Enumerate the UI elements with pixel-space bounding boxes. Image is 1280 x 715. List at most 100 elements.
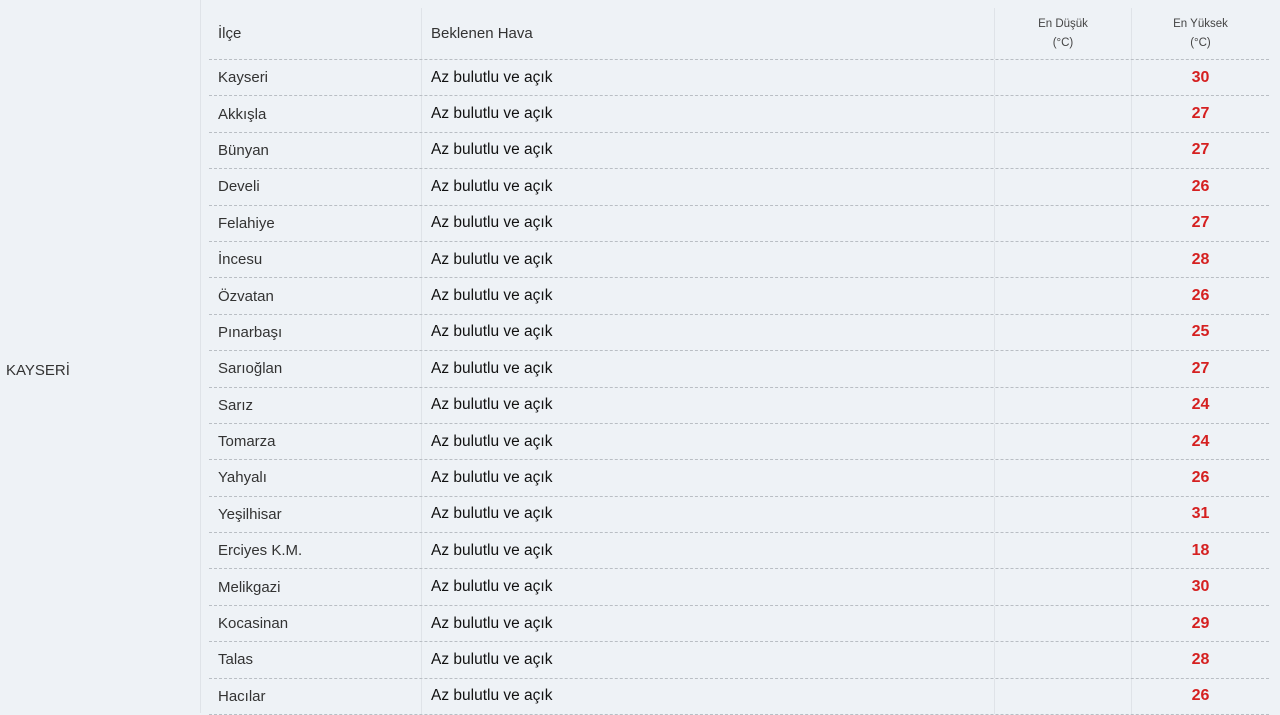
max-temp: 27	[1131, 132, 1269, 169]
district-name: Akkışla	[218, 105, 267, 123]
district-name: İncesu	[218, 251, 263, 269]
max-temp: 18	[1131, 533, 1269, 569]
max-temp: 24	[1131, 387, 1269, 423]
table-row: Özvatan Az bulutlu ve açık 26	[209, 278, 1269, 315]
district-name: Yahyalı	[218, 469, 267, 487]
table-row: Melikgazi Az bulutlu ve açık 30	[209, 569, 1269, 606]
min-temp	[994, 533, 1131, 569]
min-temp	[994, 241, 1131, 278]
forecast-page: KAYSERİ İlçe Beklenen Hava En Düşük (°C)…	[0, 0, 1280, 715]
district-name: Tomarza	[218, 433, 276, 451]
weather-description: Az bulutlu ve açık	[421, 533, 994, 569]
min-temp	[994, 460, 1131, 496]
weather-description: Az bulutlu ve açık	[421, 460, 994, 496]
min-temp	[994, 132, 1131, 169]
weather-description: Az bulutlu ve açık	[421, 205, 994, 241]
min-temp	[994, 96, 1131, 132]
table-header: İlçe Beklenen Hava En Düşük (°C) En Yüks…	[209, 8, 1269, 60]
weather-description: Az bulutlu ve açık	[421, 278, 994, 314]
table-body: Kayseri Az bulutlu ve açık 30 Akkışla Az bul…	[209, 60, 1269, 715]
table-row: Tomarza Az bulutlu ve açık 24	[209, 423, 1269, 461]
table-row: Sarız Az bulutlu ve açık 24	[209, 387, 1269, 424]
min-temp	[994, 314, 1131, 351]
district-name: Bünyan	[218, 141, 269, 159]
weather-description: Az bulutlu ve açık	[421, 351, 994, 387]
weather-description: Az bulutlu ve açık	[421, 132, 994, 169]
max-temp: 31	[1131, 496, 1269, 533]
max-temp: 28	[1131, 642, 1269, 678]
header-min-unit: (°C)	[1052, 36, 1074, 49]
min-temp	[994, 569, 1131, 605]
header-min-label: En Düşük	[1038, 17, 1088, 30]
max-temp: 26	[1131, 278, 1269, 314]
table-row: Pınarbaşı Az bulutlu ve açık 25	[209, 314, 1269, 352]
district-name: Kayseri	[218, 69, 269, 87]
min-temp	[994, 678, 1131, 715]
min-temp	[994, 351, 1131, 387]
district-name: Hacılar	[218, 687, 266, 705]
min-temp	[994, 605, 1131, 642]
table-row: Kocasinan Az bulutlu ve açık 29	[209, 605, 1269, 643]
province-column	[0, 0, 200, 713]
district-name: Sarız	[218, 396, 254, 414]
header-max-unit: (°C)	[1190, 36, 1211, 49]
max-temp: 30	[1131, 569, 1269, 605]
header-max-temp: En Yüksek (°C)	[1131, 8, 1269, 59]
district-name: Sarıoğlan	[218, 360, 283, 378]
district-name: Develi	[218, 178, 260, 196]
district-name: Kocasinan	[218, 615, 289, 633]
max-temp: 28	[1131, 241, 1269, 278]
weather-description: Az bulutlu ve açık	[421, 314, 994, 351]
district-name: Pınarbaşı	[218, 323, 283, 341]
weather-description: Az bulutlu ve açık	[421, 496, 994, 533]
max-temp: 27	[1131, 205, 1269, 241]
max-temp: 30	[1131, 60, 1269, 96]
district-name: Yeşilhisar	[218, 505, 282, 523]
table-row: Erciyes K.M. Az bulutlu ve açık 18	[209, 533, 1269, 570]
max-temp: 24	[1131, 423, 1269, 460]
max-temp: 26	[1131, 678, 1269, 715]
weather-description: Az bulutlu ve açık	[421, 387, 994, 423]
district-name: Melikgazi	[218, 578, 281, 596]
max-temp: 27	[1131, 351, 1269, 387]
table-row: Bünyan Az bulutlu ve açık 27	[209, 132, 1269, 170]
header-district: İlçe	[218, 25, 242, 42]
weather-description: Az bulutlu ve açık	[421, 678, 994, 715]
district-name: Felahiye	[218, 214, 275, 232]
weather-description: Az bulutlu ve açık	[421, 169, 994, 205]
table-row: Akkışla Az bulutlu ve açık 27	[209, 96, 1269, 133]
max-temp: 25	[1131, 314, 1269, 351]
province-name: KAYSERİ	[6, 362, 70, 379]
min-temp	[994, 60, 1131, 96]
max-temp: 27	[1131, 96, 1269, 132]
table-row: Yahyalı Az bulutlu ve açık 26	[209, 460, 1269, 497]
max-temp: 26	[1131, 169, 1269, 205]
weather-description: Az bulutlu ve açık	[421, 569, 994, 605]
min-temp	[994, 423, 1131, 460]
min-temp	[994, 642, 1131, 678]
weather-description: Az bulutlu ve açık	[421, 241, 994, 278]
table-row: Felahiye Az bulutlu ve açık 27	[209, 205, 1269, 242]
min-temp	[994, 278, 1131, 314]
weather-description: Az bulutlu ve açık	[421, 605, 994, 642]
header-weather: Beklenen Hava	[421, 8, 994, 59]
forecast-table: İlçe Beklenen Hava En Düşük (°C) En Yüks…	[209, 8, 1269, 715]
weather-description: Az bulutlu ve açık	[421, 60, 994, 96]
min-temp	[994, 387, 1131, 423]
header-max-label: En Yüksek	[1173, 17, 1228, 30]
min-temp	[994, 205, 1131, 241]
table-row: Yeşilhisar Az bulutlu ve açık 31	[209, 496, 1269, 534]
weather-description: Az bulutlu ve açık	[421, 96, 994, 132]
table-row: Sarıoğlan Az bulutlu ve açık 27	[209, 351, 1269, 388]
table-row: Develi Az bulutlu ve açık 26	[209, 169, 1269, 206]
min-temp	[994, 496, 1131, 533]
table-row: Talas Az bulutlu ve açık 28	[209, 642, 1269, 679]
table-row: İncesu Az bulutlu ve açık 28	[209, 241, 1269, 279]
table-row: Kayseri Az bulutlu ve açık 30	[209, 60, 1269, 97]
weather-description: Az bulutlu ve açık	[421, 642, 994, 678]
column-divider	[200, 0, 201, 713]
weather-description: Az bulutlu ve açık	[421, 423, 994, 460]
header-min-temp: En Düşük (°C)	[994, 8, 1131, 59]
table-row: Hacılar Az bulutlu ve açık 26	[209, 678, 1269, 715]
district-name: Erciyes K.M.	[218, 542, 303, 560]
